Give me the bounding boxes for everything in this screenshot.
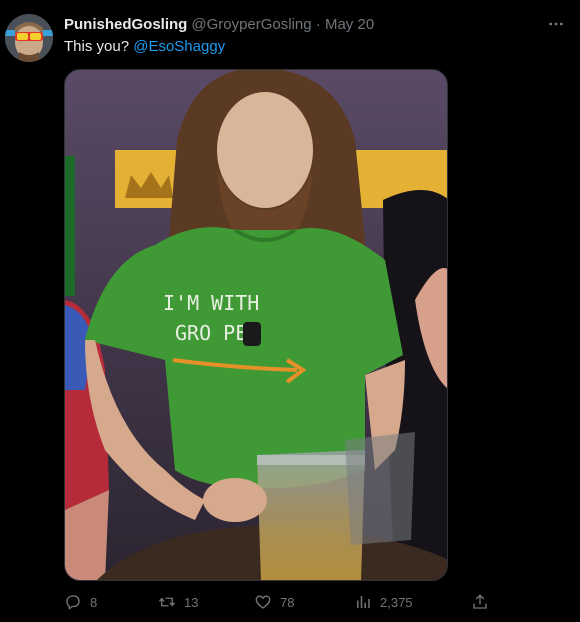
media-photo: I'M WITH GRO PER — [65, 70, 447, 580]
user-handle[interactable]: @GroyperGosling — [191, 16, 311, 33]
heart-icon — [255, 595, 271, 609]
tweet[interactable]: PunishedGosling @GroyperGosling · May 20 … — [0, 0, 580, 622]
like-button[interactable]: 78 — [254, 591, 294, 613]
tweet-date[interactable]: May 20 — [325, 16, 374, 33]
separator-dot: · — [315, 16, 321, 33]
avatar-image — [5, 14, 53, 62]
retweet-icon — [158, 597, 176, 607]
display-name[interactable]: PunishedGosling — [64, 16, 187, 33]
action-bar: 8 13 78 2,375 — [64, 591, 494, 613]
more-icon — [549, 22, 563, 26]
retweet-count: 13 — [184, 594, 199, 610]
more-options-button[interactable] — [544, 12, 568, 36]
like-count: 78 — [280, 594, 295, 610]
tweet-media[interactable]: I'M WITH GRO PER — [64, 69, 448, 581]
tweet-text: This you? @EsoShaggy — [64, 37, 225, 57]
reply-icon — [66, 595, 80, 610]
share-button[interactable] — [471, 591, 489, 613]
views-button[interactable]: 2,375 — [354, 591, 413, 613]
share-icon — [473, 594, 487, 609]
tweet-header: PunishedGosling @GroyperGosling · May 20 — [64, 15, 374, 35]
reply-count: 8 — [90, 594, 98, 610]
tweet-body: This you? — [64, 38, 130, 55]
views-count: 2,375 — [380, 594, 413, 610]
reply-button[interactable]: 8 — [64, 591, 97, 613]
shirt-text-line1: I'M WITH — [163, 291, 259, 315]
avatar[interactable] — [5, 14, 53, 62]
mention-link[interactable]: @EsoShaggy — [133, 38, 225, 55]
views-chart-icon — [357, 596, 370, 608]
retweet-button[interactable]: 13 — [158, 591, 198, 613]
